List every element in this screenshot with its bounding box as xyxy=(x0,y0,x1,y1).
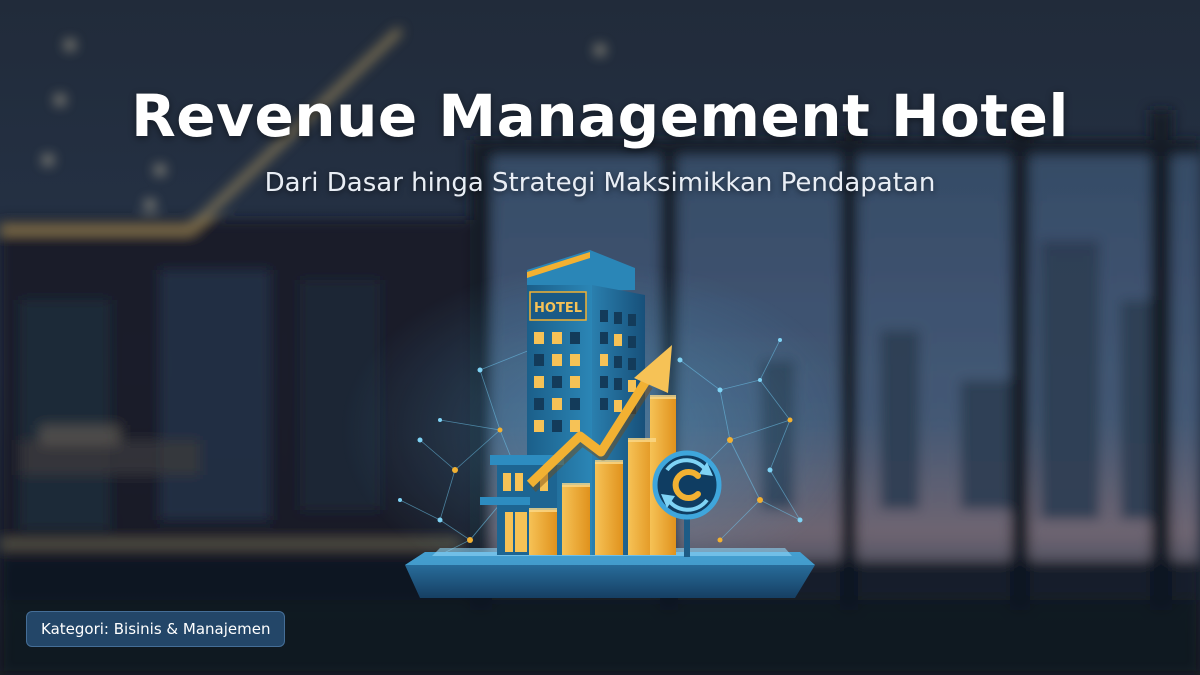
slide-subtitle: Dari Dasar hinga Strategi Maksimikkan Pe… xyxy=(264,168,936,198)
platform-base xyxy=(405,548,815,598)
slide-title: Revenue Management Hotel xyxy=(131,82,1069,150)
svg-text:HOTEL: HOTEL xyxy=(534,301,582,316)
category-badge: Kategori: Bisinis & Manajemen xyxy=(26,611,286,647)
